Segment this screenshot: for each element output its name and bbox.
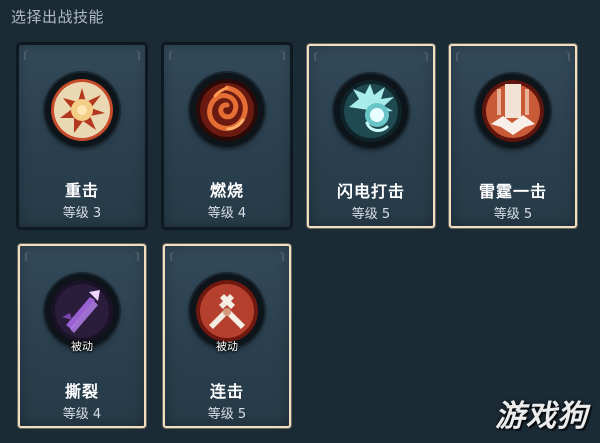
skill-name: 雷霆一击 — [478, 182, 547, 201]
skill-level: 等级 5 — [207, 407, 247, 422]
lightning-strike-icon — [334, 74, 408, 148]
corner-ornament-icon — [134, 251, 139, 261]
skill-level: 等级 4 — [207, 206, 247, 221]
corner-ornament-icon — [169, 50, 174, 60]
skill-name: 撕裂 — [64, 382, 99, 401]
skill-name: 燃烧 — [209, 181, 244, 200]
corner-ornament-icon — [565, 51, 570, 61]
heavy-strike-icon — [45, 73, 119, 147]
corner-ornament-icon — [279, 251, 284, 261]
page-title: 选择出战技能 — [11, 8, 105, 26]
skill-name: 闪电打击 — [336, 182, 405, 201]
corner-ornament-icon — [314, 51, 319, 61]
skill-card-combo[interactable]: 被动 连击 等级 5 — [163, 244, 291, 428]
tear-icon — [45, 274, 119, 348]
watermark: 游戏狗 — [495, 399, 588, 434]
corner-ornament-icon — [24, 50, 29, 60]
corner-ornament-icon — [135, 50, 140, 60]
skill-card-thunder-strike[interactable]: 雷霆一击 等级 5 — [449, 44, 577, 228]
skill-level: 等级 5 — [493, 207, 533, 222]
skill-card-burn[interactable]: 燃烧 等级 4 — [163, 44, 291, 228]
combo-icon — [190, 274, 264, 348]
skill-grid: 重击 等级 3 燃烧 等级 4 闪电打击 等级 5 雷霆一击 等级 5 被动 撕… — [18, 44, 578, 429]
passive-badge: 被动 — [71, 340, 93, 353]
passive-badge: 被动 — [216, 340, 238, 353]
corner-ornament-icon — [280, 50, 285, 60]
skill-name: 重击 — [64, 181, 99, 200]
corner-ornament-icon — [170, 251, 175, 261]
corner-ornament-icon — [456, 51, 461, 61]
skill-level: 等级 3 — [62, 206, 102, 221]
skill-level: 等级 4 — [62, 407, 102, 422]
skill-level: 等级 5 — [351, 207, 391, 222]
corner-ornament-icon — [423, 51, 428, 61]
corner-ornament-icon — [25, 251, 30, 261]
skill-card-lightning-strike[interactable]: 闪电打击 等级 5 — [307, 44, 435, 228]
skill-name: 连击 — [209, 382, 244, 401]
burn-icon — [190, 73, 264, 147]
skill-card-tear[interactable]: 被动 撕裂 等级 4 — [18, 244, 146, 428]
thunder-strike-icon — [476, 74, 550, 148]
skill-card-heavy-strike[interactable]: 重击 等级 3 — [18, 44, 146, 228]
